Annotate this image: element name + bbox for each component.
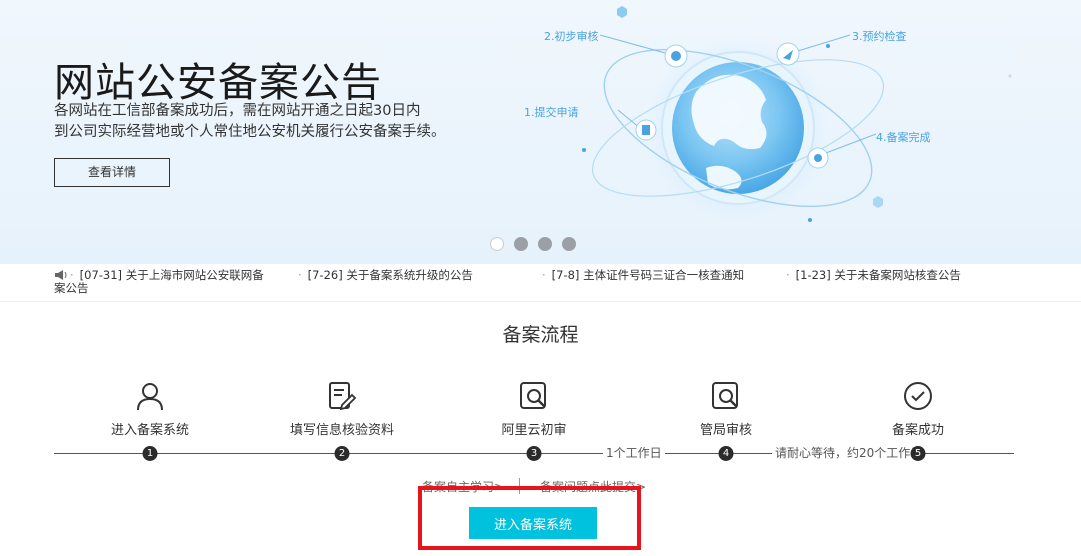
duration-label-1: 1个工作日 (603, 446, 665, 461)
step-number-3: 3 (526, 446, 542, 461)
notice-item-4[interactable]: · [1-23] 关于未备案网站核查公告 (786, 269, 961, 282)
carousel-dot-2[interactable] (514, 237, 528, 251)
notice-item-3[interactable]: · [7-8] 主体证件号码三证合一核查通知 (542, 269, 744, 282)
carousel-dots (490, 237, 576, 251)
step-number-4: 4 (718, 446, 734, 461)
step-label-success: 备案成功 (891, 423, 945, 438)
hero-banner: 网站公安备案公告 各网站在工信部备案成功后，需在网站开通之日起30日内 到公司实… (0, 0, 1081, 264)
carousel-dot-1[interactable] (490, 237, 504, 251)
process-title: 备案流程 (502, 324, 579, 346)
carousel-dot-4[interactable] (562, 237, 576, 251)
notice-text: [1-23] 关于未备案网站核查公告 (795, 268, 961, 282)
banner-title: 网站公安备案公告 (54, 60, 382, 106)
flow-label-appointment: 3.预约检查 (852, 30, 907, 43)
globe-illustration: 1.提交申请 2.初步审核 3.预约检查 4.备案完成 (500, 0, 1060, 264)
user-icon (137, 383, 163, 411)
enter-filing-system-button[interactable]: 进入备案系统 (469, 507, 597, 539)
notice-item-1[interactable]: · [07-31] 关于上海市网站公安联网备 案公告 (54, 268, 280, 295)
step-number-2: 2 (334, 446, 350, 461)
notice-text: [07-31] 关于上海市网站公安联网备 (79, 268, 264, 282)
search-doc-icon (520, 382, 546, 409)
carousel-dot-3[interactable] (538, 237, 552, 251)
banner-description: 各网站在工信部备案成功后，需在网站开通之日起30日内 到公司实际经营地或个人常住… (54, 101, 446, 143)
notice-item-2[interactable]: · [7-26] 关于备案系统升级的公告 (298, 269, 473, 282)
flow-label-submit: 1.提交申请 (524, 106, 579, 119)
check-circle-icon (904, 382, 932, 410)
notice-text-cont: 案公告 (54, 281, 89, 295)
step-label-fill-info: 填写信息核验资料 (289, 423, 395, 438)
duration-label-2: 请耐心等待，约20个工作日 (772, 446, 926, 461)
step-label-enter-system: 进入备案系统 (110, 423, 190, 438)
flow-label-complete: 4.备案完成 (876, 131, 931, 144)
notice-bar: · [07-31] 关于上海市网站公安联网备 案公告 · [7-26] 关于备案系统… (0, 264, 1081, 302)
edit-form-icon (329, 382, 357, 411)
megaphone-icon (55, 270, 67, 280)
notice-text: [7-8] 主体证件号码三证合一核查通知 (551, 268, 745, 282)
banner-desc-line-2: 到公司实际经营地或个人常住地公安机关履行公安备案手续。 (54, 124, 446, 140)
notice-text: [7-26] 关于备案系统升级的公告 (307, 268, 473, 282)
step-number-5: 5 (910, 446, 926, 461)
step-label-bureau-review: 管局审核 (699, 423, 753, 438)
flow-label-review: 2.初步审核 (544, 30, 599, 43)
step-number-1: 1 (142, 446, 158, 461)
banner-desc-line-1: 各网站在工信部备案成功后，需在网站开通之日起30日内 (54, 103, 421, 119)
search-doc-icon (712, 382, 738, 409)
view-details-button[interactable]: 查看详情 (54, 158, 170, 187)
step-label-aliyun-review: 阿里云初审 (501, 423, 567, 438)
